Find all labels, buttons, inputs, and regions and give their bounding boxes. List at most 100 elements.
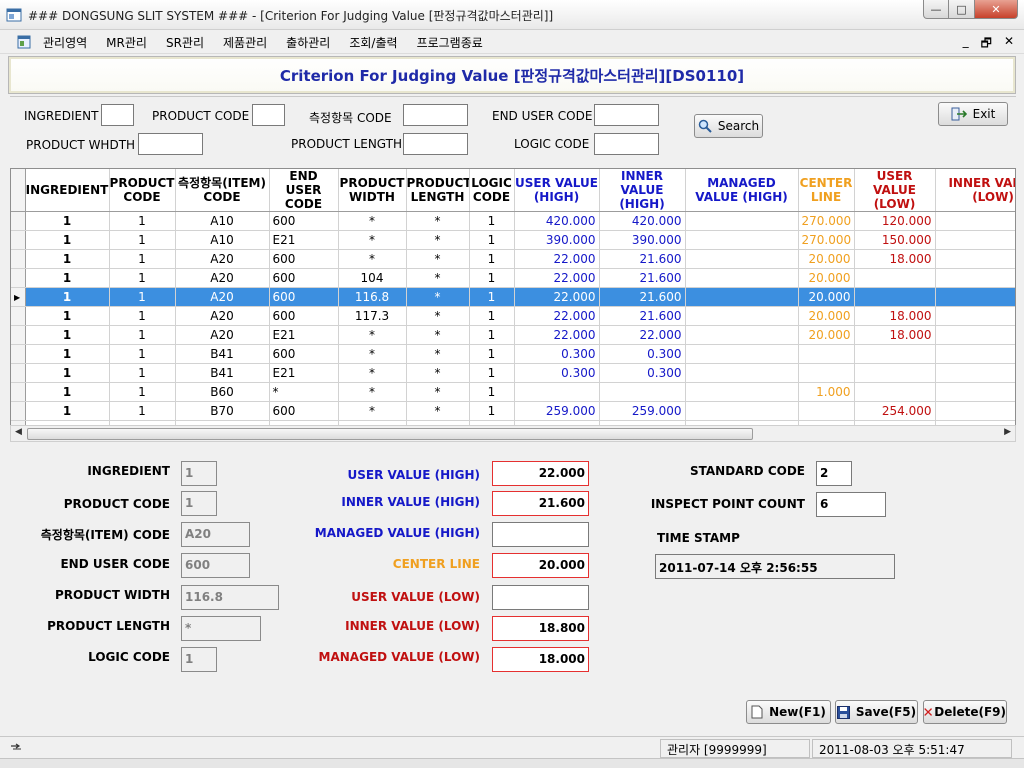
table-cell[interactable]: 120	[935, 211, 1015, 231]
row-selector[interactable]	[11, 401, 26, 421]
table-cell[interactable]: 1	[25, 325, 110, 345]
table-row[interactable]: 11A10E21**1390.000390.000270.000150.0001…	[11, 230, 1015, 250]
table-cell[interactable]: 150.000	[854, 230, 936, 250]
table-cell[interactable]: 1	[469, 363, 515, 383]
mdi-close-icon[interactable]: ✕	[1004, 34, 1014, 55]
table-cell[interactable]: 600	[269, 344, 339, 364]
table-cell[interactable]: E21	[269, 325, 339, 345]
table-cell[interactable]: 0.300	[514, 363, 600, 383]
table-cell[interactable]: 22.000	[514, 325, 600, 345]
table-cell[interactable]: *	[338, 382, 407, 402]
table-cell[interactable]: 1	[109, 382, 176, 402]
table-cell[interactable]	[854, 268, 936, 288]
table-cell[interactable]	[685, 363, 799, 383]
table-cell[interactable]: 1	[109, 344, 176, 364]
table-cell[interactable]: A20	[175, 287, 270, 307]
table-cell[interactable]: 259.000	[514, 401, 600, 421]
table-cell[interactable]: 600	[269, 211, 339, 231]
grid-column-header[interactable]: INGREDIENT	[25, 169, 110, 212]
table-cell[interactable]: 1	[469, 249, 515, 269]
table-cell[interactable]: 1	[25, 211, 110, 231]
table-row[interactable]: 11B70600**1259.000259.000254.000254	[11, 401, 1015, 421]
row-selector[interactable]: ▶	[11, 287, 26, 307]
close-button[interactable]: ✕	[975, 0, 1018, 19]
row-selector[interactable]	[11, 249, 26, 269]
table-cell[interactable]: 22.000	[514, 249, 600, 269]
table-cell[interactable]: 1	[469, 268, 515, 288]
table-cell[interactable]: 20.000	[798, 287, 855, 307]
table-cell[interactable]: 600	[269, 401, 339, 421]
table-row[interactable]: ▶11A20600116.8*122.00021.60020.00018	[11, 287, 1015, 307]
table-cell[interactable]: 1	[469, 211, 515, 231]
filter-item-code-input[interactable]	[403, 104, 468, 126]
scroll-right-icon[interactable]: ▶	[1004, 427, 1011, 437]
table-cell[interactable]: A20	[175, 268, 270, 288]
menu-item-shipping[interactable]: 출하관리	[286, 34, 330, 51]
table-cell[interactable]: *	[338, 344, 407, 364]
menu-item-management[interactable]: 관리영역	[43, 34, 87, 51]
table-cell[interactable]: 1.000	[798, 382, 855, 402]
grid-column-header[interactable]: INNER VALUE (HIGH)	[599, 169, 686, 212]
table-cell[interactable]	[685, 268, 799, 288]
table-row[interactable]: 1 1 B41 600 * * 1 0.300 0.300	[11, 344, 1015, 364]
table-cell[interactable]: 0.300	[599, 344, 686, 364]
row-selector[interactable]	[11, 363, 26, 383]
table-cell[interactable]	[685, 344, 799, 364]
criterion-grid[interactable]: INGREDIENT PRODUCT CODE 측정항목(ITEM) CODE END…	[10, 168, 1016, 442]
table-cell[interactable]: 22.000	[599, 325, 686, 345]
grid-column-header[interactable]: LOGIC CODE	[469, 169, 515, 212]
inner-value-low-input[interactable]: 18.800	[492, 616, 589, 641]
table-row[interactable]: 11A10600**1420.000420.000270.000120.0001…	[11, 211, 1015, 231]
table-cell[interactable]	[685, 306, 799, 326]
table-cell[interactable]	[935, 344, 1015, 364]
row-selector[interactable]	[11, 306, 26, 326]
table-cell[interactable]: B41	[175, 344, 270, 364]
table-cell[interactable]: *	[338, 211, 407, 231]
table-cell[interactable]: *	[338, 249, 407, 269]
table-cell[interactable]: A10	[175, 211, 270, 231]
table-row[interactable]: 11A20600104*122.00021.60020.00018	[11, 268, 1015, 288]
table-cell[interactable]: 21.600	[599, 287, 686, 307]
table-cell[interactable]: *	[406, 401, 470, 421]
grid-column-header[interactable]: PRODUCT CODE	[109, 169, 176, 212]
table-cell[interactable]	[935, 363, 1015, 383]
table-cell[interactable]: 1	[109, 287, 176, 307]
table-cell[interactable]: E21	[269, 230, 339, 250]
grid-column-header[interactable]: 측정항목(ITEM) CODE	[175, 169, 270, 212]
menu-item-exit-program[interactable]: 프로그램종료	[417, 34, 483, 51]
table-cell[interactable]: 1	[25, 268, 110, 288]
table-cell[interactable]: 600	[269, 287, 339, 307]
table-cell[interactable]: 18	[935, 287, 1015, 307]
mdi-document-icon[interactable]	[16, 34, 32, 50]
table-cell[interactable]	[798, 344, 855, 364]
scroll-left-icon[interactable]: ◀	[15, 427, 22, 437]
table-cell[interactable]: 1	[469, 287, 515, 307]
table-cell[interactable]: 1	[469, 401, 515, 421]
table-cell[interactable]: 420.000	[514, 211, 600, 231]
table-cell[interactable]: *	[406, 230, 470, 250]
table-cell[interactable]: 18.000	[854, 249, 936, 269]
row-selector[interactable]	[11, 382, 26, 402]
filter-ingredient-input[interactable]	[101, 104, 134, 126]
table-cell[interactable]: 254.000	[854, 401, 936, 421]
user-value-high-input[interactable]: 22.000	[492, 461, 589, 486]
table-cell[interactable]: 254	[935, 401, 1015, 421]
table-cell[interactable]: *	[406, 363, 470, 383]
table-cell[interactable]: *	[406, 306, 470, 326]
table-cell[interactable]: 20.000	[798, 249, 855, 269]
table-cell[interactable]: *	[338, 230, 407, 250]
table-cell[interactable]: 600	[269, 306, 339, 326]
table-cell[interactable]: 18	[935, 249, 1015, 269]
table-cell[interactable]: 600	[269, 249, 339, 269]
table-cell[interactable]	[685, 382, 799, 402]
table-cell[interactable]	[685, 230, 799, 250]
table-cell[interactable]	[599, 382, 686, 402]
search-button[interactable]: Search	[694, 114, 763, 138]
grid-column-header[interactable]: PRODUCT LENGTH	[406, 169, 470, 212]
table-cell[interactable]	[854, 382, 936, 402]
center-line-input[interactable]: 20.000	[492, 553, 589, 578]
table-cell[interactable]: 420.000	[599, 211, 686, 231]
table-cell[interactable]: A20	[175, 306, 270, 326]
user-value-low-input[interactable]	[492, 585, 589, 610]
table-cell[interactable]: A20	[175, 249, 270, 269]
